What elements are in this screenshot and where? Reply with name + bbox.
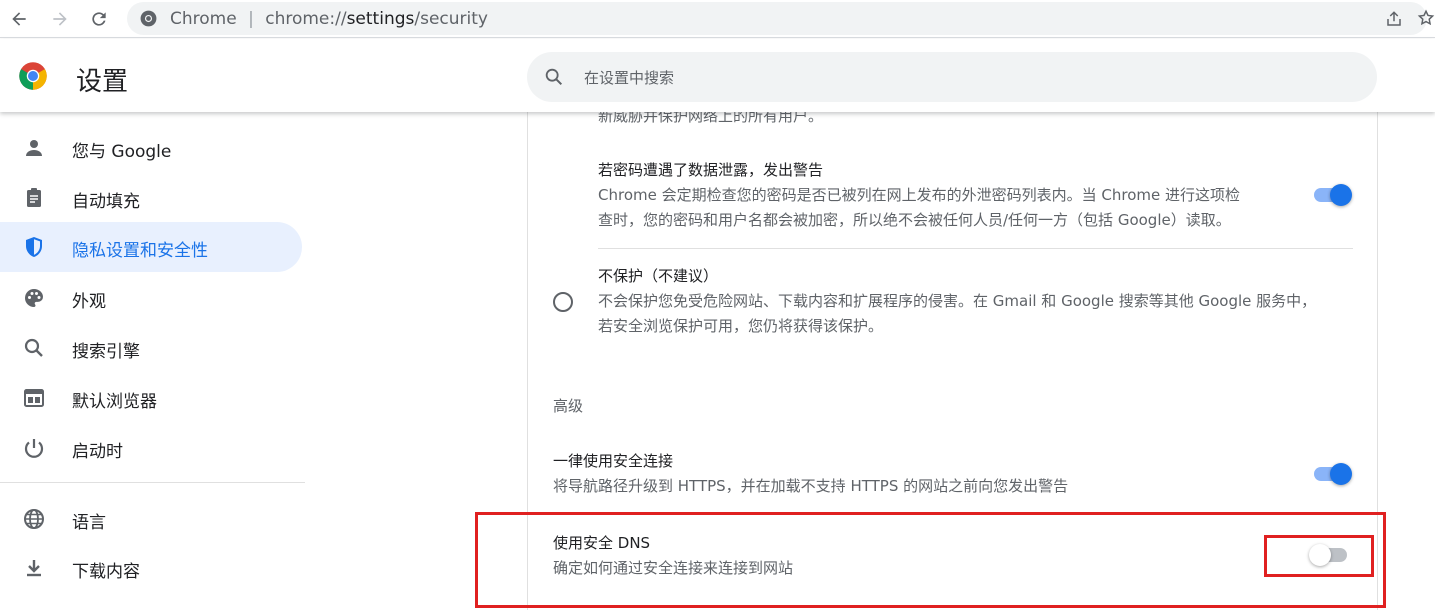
sidebar-item-label: 搜索引擎 <box>72 342 140 362</box>
sidebar-item-label: 语言 <box>72 513 106 533</box>
back-button[interactable] <box>6 6 32 32</box>
password-leak-title: 若密码遭遇了数据泄露，发出警告 <box>598 161 824 179</box>
reload-button[interactable] <box>86 6 112 32</box>
omnibox-separator: | <box>248 9 254 29</box>
password-leak-toggle[interactable] <box>1312 184 1352 206</box>
chrome-logo-icon <box>19 62 47 90</box>
globe-icon <box>24 509 44 529</box>
https-first-toggle[interactable] <box>1312 463 1352 485</box>
no-protection-title: 不保护（不建议） <box>598 267 719 285</box>
sidebar-divider <box>0 482 305 483</box>
chrome-page-icon <box>140 10 157 27</box>
forward-button[interactable] <box>47 6 73 32</box>
no-protection-desc-line2: 若安全浏览保护可用，您仍将获得该保护。 <box>598 317 884 335</box>
omnibox-url-suffix: /security <box>414 9 488 29</box>
settings-header: 设置 在设置中搜索 <box>0 39 1435 112</box>
omnibox-url-path: settings <box>346 9 415 29</box>
highlight-box-secure-dns-toggle <box>1264 535 1374 577</box>
sidebar-item-label: 自动填充 <box>72 192 140 212</box>
highlight-box-secure-dns-row <box>475 512 1386 608</box>
power-icon <box>24 439 44 458</box>
sidebar-item-autofill[interactable]: 自动填充 <box>0 173 302 223</box>
back-arrow-icon <box>12 12 26 26</box>
sidebar-item-label: 下载内容 <box>72 562 140 582</box>
page-title: 设置 <box>76 67 129 97</box>
sidebar-item-label: 启动时 <box>72 442 123 462</box>
palette-icon <box>25 289 43 307</box>
sidebar-item-search-engine[interactable]: 搜索引擎 <box>0 323 302 373</box>
search-icon <box>545 68 563 86</box>
download-icon <box>27 560 41 577</box>
password-leak-desc-line1: Chrome 会定期检查您的密码是否已被列在网上发布的外泄密码列表内。当 Chr… <box>598 186 1240 204</box>
sidebar-item-downloads[interactable]: 下载内容 <box>0 543 302 593</box>
no-protection-desc-line1: 不会保护您免受危险网站、下载内容和扩展程序的侵害。在 Gmail 和 Googl… <box>598 292 1317 310</box>
omnibox-url: Chrome | chrome://settings/security <box>170 9 488 29</box>
omnibox-url-prefix: chrome:// <box>265 9 347 29</box>
row-divider <box>598 248 1353 249</box>
password-leak-desc-line2: 查时，您的密码和用户名都会被加密，所以绝不会被任何人员/任何一方（包括 Goog… <box>598 211 1231 229</box>
settings-search-input[interactable]: 在设置中搜索 <box>527 52 1377 102</box>
sidebar-item-label: 外观 <box>72 292 106 312</box>
sidebar-item-label: 您与 Google <box>72 142 172 162</box>
advanced-heading: 高级 <box>553 397 584 415</box>
sidebar-item-you-and-google[interactable]: 您与 Google <box>0 123 302 173</box>
shield-icon <box>26 237 42 257</box>
sidebar-item-label: 隐私设置和安全性 <box>72 241 208 261</box>
sidebar-item-label: 默认浏览器 <box>72 392 157 412</box>
person-icon <box>26 140 42 156</box>
settings-sidebar: 您与 Google 自动填充 隐私设置和安全性 外观 搜索引擎 默认浏览器 启动… <box>0 112 310 610</box>
omnibox-site: Chrome <box>170 9 237 29</box>
browser-window-icon <box>24 389 44 407</box>
forward-arrow-icon <box>53 12 67 26</box>
bookmark-star-icon[interactable] <box>1417 9 1435 27</box>
sidebar-item-appearance[interactable]: 外观 <box>0 273 302 323</box>
clipboard-icon <box>27 188 41 207</box>
https-first-title: 一律使用安全连接 <box>553 452 674 470</box>
toggle-knob <box>1330 463 1352 485</box>
share-icon[interactable] <box>1385 10 1403 28</box>
sidebar-item-default-browser[interactable]: 默认浏览器 <box>0 373 302 423</box>
browser-toolbar: Chrome | chrome://settings/security <box>0 0 1435 38</box>
toggle-knob <box>1330 184 1352 206</box>
sidebar-item-languages[interactable]: 语言 <box>0 494 302 544</box>
https-first-desc: 将导航路径升级到 HTTPS，并在加载不支持 HTTPS 的网站之前向您发出警告 <box>553 477 1069 495</box>
omnibox[interactable]: Chrome | chrome://settings/security <box>127 2 1435 35</box>
no-protection-radio[interactable] <box>553 292 573 312</box>
search-placeholder: 在设置中搜索 <box>584 69 675 87</box>
search-icon <box>24 338 43 357</box>
sidebar-item-on-startup[interactable]: 启动时 <box>0 423 302 473</box>
reload-icon <box>92 12 106 26</box>
sidebar-item-privacy-security[interactable]: 隐私设置和安全性 <box>0 222 302 272</box>
